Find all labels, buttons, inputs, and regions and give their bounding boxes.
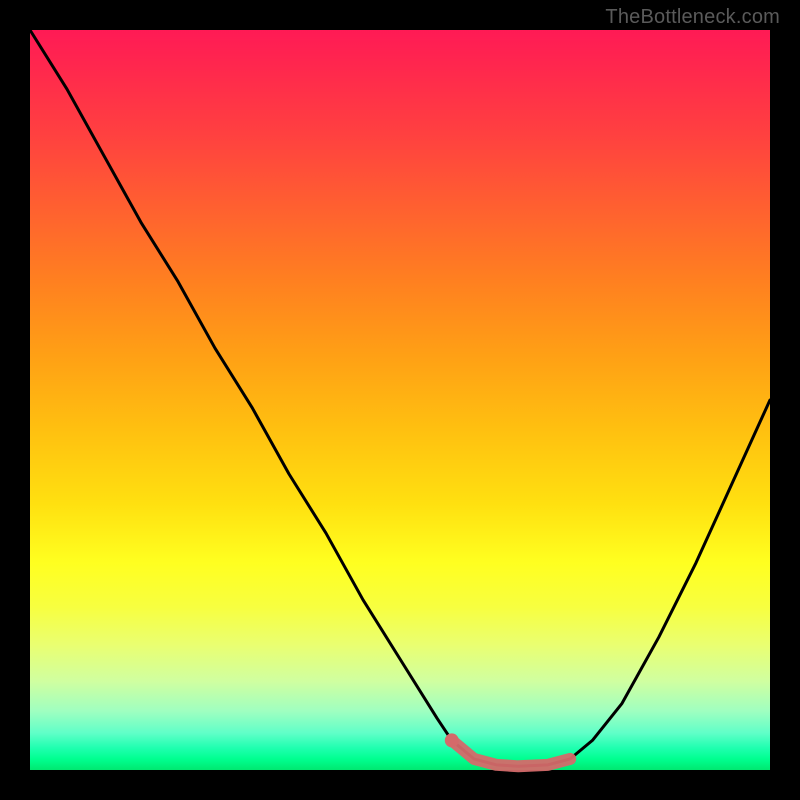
curve-svg [30, 30, 770, 770]
start-marker [445, 733, 459, 747]
optimal-highlight [452, 740, 570, 766]
chart-container: TheBottleneck.com [0, 0, 800, 800]
bottleneck-curve [30, 30, 770, 766]
plot-area [30, 30, 770, 770]
watermark-text: TheBottleneck.com [605, 6, 780, 29]
